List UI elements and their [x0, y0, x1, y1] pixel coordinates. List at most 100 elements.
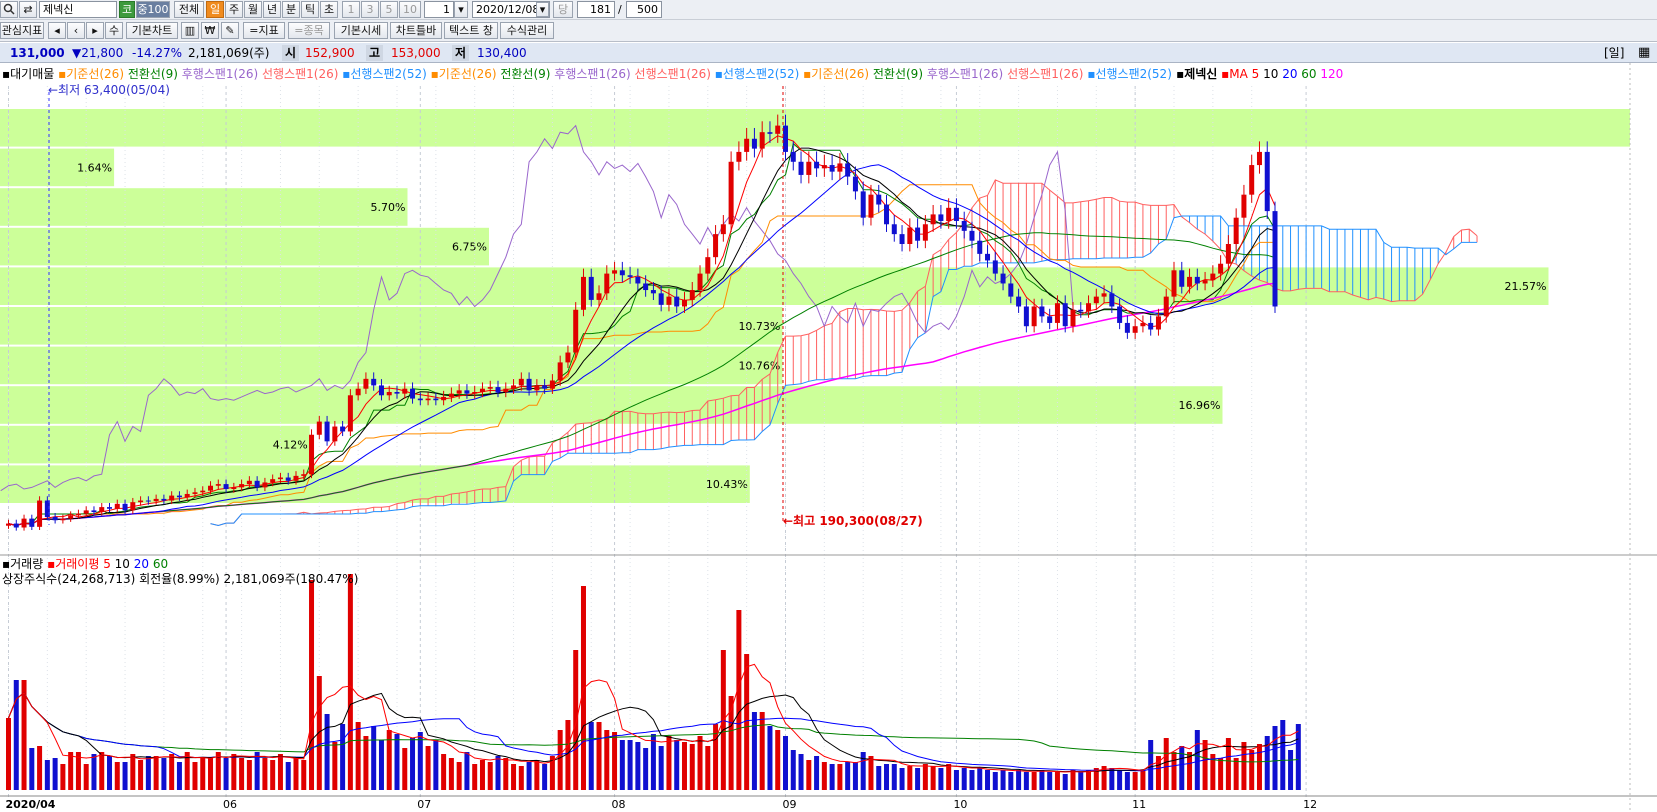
candle-body — [526, 378, 532, 391]
volume-bar — [518, 766, 524, 790]
candle-body — [1210, 273, 1216, 281]
volume-bar — [806, 760, 812, 790]
interval-5[interactable]: 5 — [380, 1, 398, 18]
volume-bar — [751, 712, 757, 790]
candle-body — [891, 224, 897, 235]
tab-weekly[interactable]: 주 — [225, 1, 243, 18]
count-spinner[interactable]: ▾ — [454, 1, 468, 18]
display-count-field[interactable]: 181 — [577, 1, 615, 18]
interval-3[interactable]: 3 — [361, 1, 379, 18]
supply-band — [0, 307, 783, 345]
volume-bar — [837, 764, 843, 790]
formula-manager-button[interactable]: 수식관리 — [500, 22, 554, 39]
candle-body — [1171, 270, 1177, 297]
volume-bar — [324, 714, 330, 790]
total-count-field[interactable]: 500 — [626, 1, 662, 18]
candle-body — [1225, 244, 1231, 264]
legend-item: ▪선행스팬2(52) — [711, 66, 799, 81]
candle-body — [619, 270, 625, 276]
won-button[interactable]: ₩ — [201, 22, 219, 39]
legend-item: 5 — [99, 557, 110, 571]
candle-body — [215, 484, 221, 486]
volume-bar — [876, 766, 882, 790]
tools-button[interactable]: ✎ — [221, 22, 239, 39]
tab-minute[interactable]: 분 — [282, 1, 300, 18]
volume-bar — [402, 748, 408, 790]
candle-body — [588, 276, 594, 300]
volume-bar — [852, 762, 858, 790]
month-label: 07 — [417, 798, 431, 811]
candle-body — [938, 214, 944, 221]
month-label: 2020/04 — [6, 798, 56, 811]
chart-toolbar-button[interactable]: 차트틀바 — [390, 22, 442, 39]
tab-monthly[interactable]: 월 — [244, 1, 262, 18]
triangle-left-icon: ◂ — [54, 24, 60, 37]
volume-bar — [169, 754, 175, 790]
chart-type-button[interactable]: ▥ — [181, 22, 199, 39]
candle-body — [448, 393, 454, 397]
tab-all[interactable]: 전체 — [174, 1, 204, 18]
candle-body — [1194, 276, 1200, 284]
basic-quote-button[interactable]: 기본시세 — [334, 22, 388, 39]
volume-bar — [1054, 772, 1060, 790]
count-input[interactable]: 1 — [424, 1, 454, 18]
volume-bar — [394, 734, 400, 790]
nav-next-button[interactable]: ▸ — [86, 22, 104, 39]
index-badge[interactable]: 중100 — [136, 1, 170, 18]
volume-bar — [6, 718, 11, 790]
candle-body — [1187, 276, 1193, 287]
volume-bar — [347, 574, 353, 790]
candle-body — [1249, 165, 1255, 195]
tab-tick[interactable]: 틱 — [301, 1, 319, 18]
volume-bar — [557, 730, 563, 790]
volume-bar — [767, 726, 773, 790]
date-dropdown[interactable]: ▾ — [536, 2, 549, 17]
nav-prev-button[interactable]: ◂ — [48, 22, 66, 39]
supply-band — [0, 109, 1630, 147]
candle-body — [285, 477, 291, 481]
stock-code-field[interactable]: 제넥신 — [39, 1, 117, 18]
period-badge[interactable]: [일] — [1604, 45, 1624, 61]
grid-menu-icon[interactable]: ▦ — [1638, 45, 1650, 61]
volume-bar — [1000, 770, 1006, 790]
volume-bar — [1295, 724, 1301, 790]
edit-button[interactable]: 수 — [105, 22, 123, 39]
volume-bar — [441, 754, 447, 790]
volume-bar — [456, 762, 462, 790]
volume-bar — [270, 760, 276, 790]
search-button[interactable] — [0, 1, 18, 18]
volume-bar — [1280, 720, 1286, 790]
stock-chart[interactable]: 1.64%5.70%6.75%21.57%10.73%10.76%16.96%4… — [0, 63, 1657, 812]
legend-item: 20 — [130, 557, 149, 571]
tab-daily[interactable]: 일 — [206, 1, 224, 18]
legend-item: 후행스팬1(26) — [178, 66, 258, 81]
candle-body — [1023, 306, 1029, 327]
interval-10[interactable]: 10 — [399, 1, 421, 18]
candle-body — [29, 518, 35, 527]
favorite-indicators-button[interactable]: 관심지표 — [0, 22, 44, 39]
volume-bar — [627, 740, 633, 790]
indicator-button[interactable]: =지표 — [243, 22, 285, 39]
volume-bar — [612, 732, 618, 790]
candle-body — [277, 477, 283, 480]
candle-body — [744, 138, 750, 152]
tab-yearly[interactable]: 년 — [263, 1, 281, 18]
interval-1[interactable]: 1 — [342, 1, 360, 18]
candle-body — [371, 378, 377, 386]
nav-scroll-left[interactable]: ‹ — [67, 22, 85, 39]
chevron-down-icon: ▾ — [539, 3, 546, 16]
swap-button[interactable]: ⇄ — [19, 1, 37, 18]
dang-button[interactable]: 당 — [553, 1, 573, 18]
basic-chart-button[interactable]: 기본차트 — [126, 22, 178, 39]
volume-bar — [192, 762, 198, 790]
item-button[interactable]: =종목 — [288, 22, 330, 39]
candle-body — [915, 227, 921, 241]
candle-body — [713, 234, 719, 258]
month-label: 11 — [1132, 798, 1146, 811]
candle-body — [798, 161, 804, 175]
text-window-button[interactable]: 텍스트 창 — [444, 22, 498, 39]
candle-body — [246, 480, 252, 485]
candle-body — [1218, 263, 1224, 274]
volume-bar — [775, 730, 781, 790]
tab-second[interactable]: 초 — [320, 1, 338, 18]
